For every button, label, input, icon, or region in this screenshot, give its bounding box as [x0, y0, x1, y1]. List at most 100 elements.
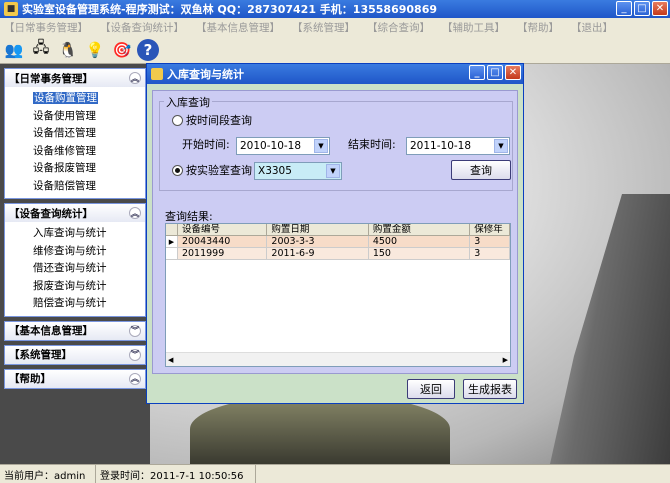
query-form: 入库查询 按时间段查询 开始时间: 2010-10-18 ▼ 结束时间: 201…: [152, 90, 518, 374]
table-cell[interactable]: 3: [470, 236, 510, 248]
table-cell[interactable]: 2003-3-3: [267, 236, 369, 248]
panel-title: 【基本信息管理】: [9, 325, 93, 337]
panel-header[interactable]: 【系统管理】 ︾: [5, 345, 145, 364]
query-group-box: 入库查询 按时间段查询 开始时间: 2010-10-18 ▼ 结束时间: 201…: [159, 94, 513, 191]
app-icon: ■: [4, 2, 18, 16]
panel-system: 【系统管理】 ︾: [4, 344, 146, 365]
users-icon[interactable]: 👥: [2, 38, 26, 62]
dialog-close-button[interactable]: ✕: [505, 65, 521, 80]
dialog-footer: 返回 生成报表: [147, 377, 523, 401]
radio-by-date[interactable]: 按时间段查询: [172, 112, 252, 128]
table-cell[interactable]: 4500: [368, 236, 471, 248]
chevron-down-icon[interactable]: ▼: [494, 139, 508, 153]
sidebar-item-borrow[interactable]: 设备借还管理: [33, 125, 145, 143]
menu-exit[interactable]: 【退出】: [571, 20, 613, 35]
query-button[interactable]: 查询: [451, 160, 511, 180]
help-icon[interactable]: ?: [137, 38, 159, 61]
expand-icon[interactable]: ︾: [129, 324, 141, 337]
menu-combined-query[interactable]: 【综合查询】: [367, 20, 430, 35]
expand-icon[interactable]: ︾: [129, 348, 141, 361]
login-time: 登录时间：2011-7-1 10:50:56: [96, 465, 256, 483]
table-cell[interactable]: 2011-6-9: [267, 248, 369, 260]
sidebar-item-stock-query[interactable]: 入库查询与统计: [33, 225, 145, 243]
maximize-button[interactable]: □: [634, 1, 650, 16]
menu-bar: 【日常事务管理】 【设备查询统计】 【基本信息管理】 【系统管理】 【综合查询】…: [0, 18, 670, 36]
panel-header[interactable]: 【帮助】 ︽: [5, 369, 145, 388]
panel-title: 【日常事务管理】: [9, 72, 93, 85]
panel-header[interactable]: 【设备查询统计】 ︽: [5, 204, 145, 222]
qq-icon[interactable]: 🐧: [56, 38, 80, 62]
minimize-button[interactable]: _: [616, 1, 632, 16]
lab-select[interactable]: X3305 ▼: [254, 162, 342, 180]
stock-query-dialog: 入库查询与统计 _ □ ✕ 入库查询 按时间段查询 开始时间: 2010-10-…: [146, 63, 524, 404]
collapse-icon[interactable]: ︽: [129, 207, 141, 219]
chevron-down-icon[interactable]: ▼: [314, 139, 328, 153]
back-button[interactable]: 返回: [407, 379, 455, 399]
panel-help: 【帮助】 ︽: [4, 368, 146, 389]
table-cell[interactable]: 2011999: [177, 248, 268, 260]
sidebar-item-borrow-query[interactable]: 借还查询与统计: [33, 260, 145, 278]
panel-title: 【系统管理】: [9, 349, 72, 361]
collapse-icon[interactable]: ︽: [129, 372, 141, 385]
radio-dot[interactable]: [172, 114, 183, 126]
table-row[interactable]: 2011999 2011-6-9 150 3: [166, 248, 510, 260]
table-cell[interactable]: 20043440: [177, 236, 268, 248]
collapse-icon[interactable]: ︽: [129, 72, 141, 84]
menu-daily-affairs[interactable]: 【日常事务管理】: [4, 20, 88, 35]
target-icon[interactable]: 🎯: [110, 38, 134, 62]
start-time-label: 开始时间:: [182, 138, 230, 151]
sidebar-item-repair-query[interactable]: 维修查询与统计: [33, 243, 145, 261]
table-cell[interactable]: 3: [470, 248, 510, 260]
panel-title: 【设备查询统计】: [9, 207, 93, 220]
sidebar-item-compensation-query[interactable]: 赔偿查询与统计: [33, 295, 145, 313]
close-button[interactable]: ✕: [652, 1, 668, 16]
col-header[interactable]: 购置日期: [267, 224, 369, 236]
dialog-icon: [151, 68, 163, 80]
radio-dot-selected[interactable]: [172, 164, 183, 176]
sidebar-item-compensation[interactable]: 设备赔偿管理: [33, 178, 145, 196]
results-table: 设备编号 购置日期 购置金额 保修年限 ▶ 20043440 2003-3-3 …: [165, 223, 511, 367]
status-bar: 当前用户：admin 登录时间：2011-7-1 10:50:56: [0, 464, 670, 483]
scroll-right-icon[interactable]: ▶: [503, 356, 508, 364]
group-label: 入库查询: [164, 94, 212, 110]
toolbar: 👥 🖧 🐧 💡 🎯 ?: [0, 36, 670, 64]
current-user: 当前用户：admin: [0, 465, 96, 483]
radio-by-lab[interactable]: 按实验室查询: [172, 162, 252, 178]
dialog-minimize-button[interactable]: _: [469, 65, 485, 80]
col-header[interactable]: 设备编号: [177, 224, 268, 236]
cliff-shape: [550, 194, 670, 464]
end-date-picker[interactable]: 2011-10-18 ▼: [406, 137, 510, 155]
sidebar: 【日常事务管理】 ︽ 设备购置管理 设备使用管理 设备借还管理 设备维修管理 设…: [0, 64, 150, 464]
chevron-down-icon[interactable]: ▼: [326, 164, 340, 178]
menu-basic-info[interactable]: 【基本信息管理】: [196, 20, 280, 35]
lightbulb-icon[interactable]: 💡: [83, 38, 107, 62]
horizontal-scrollbar[interactable]: ◀ ▶: [166, 352, 510, 366]
sidebar-item-scrap-query[interactable]: 报废查询与统计: [33, 278, 145, 296]
menu-equipment-query[interactable]: 【设备查询统计】: [100, 20, 184, 35]
sidebar-item-purchase[interactable]: 设备购置管理: [33, 90, 145, 108]
network-icon[interactable]: 🖧: [29, 38, 53, 62]
table-row[interactable]: ▶ 20043440 2003-3-3 4500 3: [166, 236, 510, 248]
scroll-left-icon[interactable]: ◀: [168, 356, 173, 364]
panel-header[interactable]: 【日常事务管理】 ︽: [5, 69, 145, 87]
menu-system[interactable]: 【系统管理】: [292, 20, 355, 35]
end-time-label: 结束时间:: [348, 138, 396, 151]
panel-basic-info: 【基本信息管理】 ︾: [4, 320, 146, 341]
generate-report-button[interactable]: 生成报表: [463, 379, 517, 399]
table-cell[interactable]: 150: [368, 248, 471, 260]
sidebar-item-scrap[interactable]: 设备报废管理: [33, 160, 145, 178]
sidebar-item-usage[interactable]: 设备使用管理: [33, 108, 145, 126]
panel-daily-affairs: 【日常事务管理】 ︽ 设备购置管理 设备使用管理 设备借还管理 设备维修管理 设…: [4, 68, 146, 199]
dialog-maximize-button[interactable]: □: [487, 65, 503, 80]
menu-help[interactable]: 【帮助】: [517, 20, 559, 35]
dialog-title: 入库查询与统计: [167, 68, 244, 81]
app-title-bar: ■ 实验室设备管理系统-程序测试：双鱼林 QQ：287307421 手机：135…: [0, 0, 670, 18]
rock-shape: [190, 394, 450, 464]
start-date-picker[interactable]: 2010-10-18 ▼: [236, 137, 330, 155]
col-header[interactable]: 购置金额: [368, 224, 471, 236]
panel-header[interactable]: 【基本信息管理】 ︾: [5, 321, 145, 340]
menu-tools[interactable]: 【辅助工具】: [442, 20, 505, 35]
col-header[interactable]: 保修年限: [470, 224, 510, 247]
sidebar-item-repair[interactable]: 设备维修管理: [33, 143, 145, 161]
panel-equipment-query: 【设备查询统计】 ︽ 入库查询与统计 维修查询与统计 借还查询与统计 报废查询与…: [4, 203, 146, 317]
